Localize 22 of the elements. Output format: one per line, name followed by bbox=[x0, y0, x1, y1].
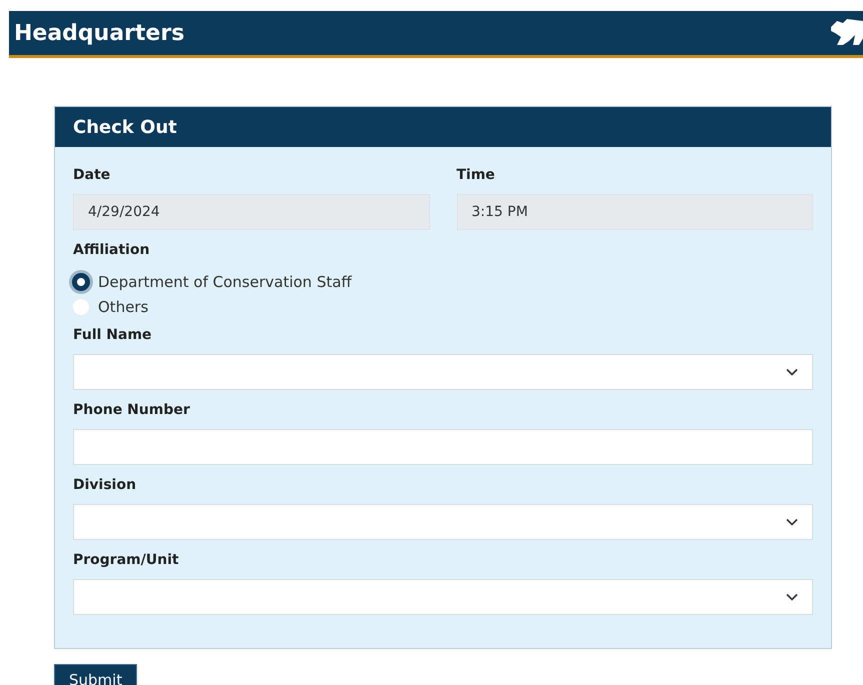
field-label: Division bbox=[73, 476, 138, 495]
card-title: Check Out bbox=[55, 107, 831, 147]
time-field[interactable]: 3:15 PM bbox=[456, 194, 813, 230]
field-label: Affiliation bbox=[73, 241, 151, 260]
field-label: Phone Number bbox=[73, 401, 191, 420]
select-field[interactable] bbox=[73, 504, 813, 540]
radio-label: Others bbox=[98, 298, 148, 316]
input-field[interactable] bbox=[73, 429, 813, 465]
select-field[interactable] bbox=[73, 354, 813, 390]
field-label: Time bbox=[456, 166, 496, 185]
field-label: Full Name bbox=[73, 326, 153, 345]
chevron-down-icon bbox=[786, 593, 798, 601]
field-label: Date bbox=[73, 166, 112, 185]
date-field[interactable]: 4/29/2024 bbox=[73, 194, 430, 230]
chevron-down-icon bbox=[786, 518, 798, 526]
radio-label: Department of Conservation Staff bbox=[98, 272, 352, 290]
page-title: Headquarters bbox=[14, 20, 184, 46]
radio-button[interactable] bbox=[72, 272, 90, 290]
chevron-down-icon bbox=[786, 368, 798, 376]
field-label: Program/Unit bbox=[73, 551, 180, 570]
submit-button[interactable]: Submit bbox=[54, 664, 138, 685]
select-field[interactable] bbox=[73, 579, 813, 615]
